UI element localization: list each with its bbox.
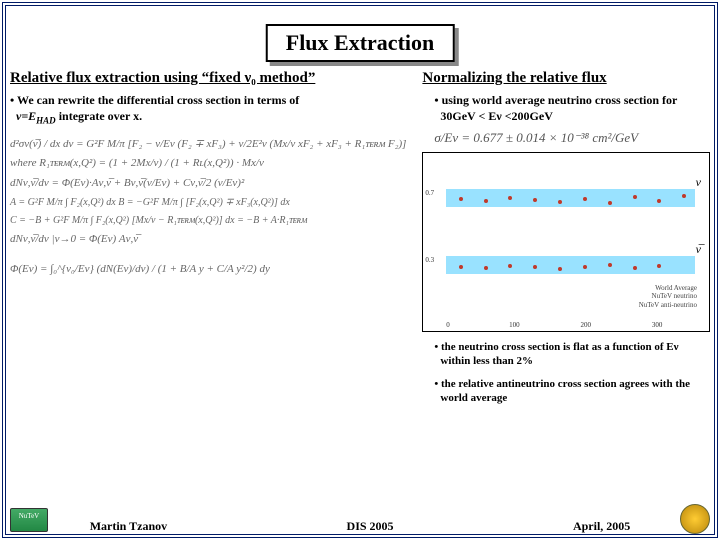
bullet-text-c: integrate over x.: [56, 109, 142, 123]
legend-2: NuTeV neutrino: [639, 292, 697, 300]
eq-3: dNν,ν̅/dν = Φ(Eν)·Aν,ν̅ + Bν,ν̅(ν/Eν) + …: [10, 174, 406, 194]
data-point: [633, 266, 637, 270]
nubar-points: [446, 256, 695, 274]
data-point: [508, 264, 512, 268]
slide-title: Flux Extraction: [266, 24, 455, 62]
nu-equals: ν=E: [16, 109, 36, 123]
eq-1: d²σν(ν̅) / dx dν = G²F M/π [F₂ − ν/Eν (F…: [10, 135, 406, 155]
legend-3: NuTeV anti-neutrino: [639, 301, 697, 309]
footer: Martin Tzanov DIS 2005 April, 2005: [0, 519, 720, 534]
data-point: [608, 263, 612, 267]
right-bullet-text: • using world average neutrino cross sec…: [434, 93, 677, 107]
nu-points: [446, 189, 695, 207]
right-column: Normalizing the relative flux • using wo…: [414, 70, 710, 510]
content-area: Relative flux extraction using “fixed ν₀…: [10, 70, 710, 510]
equations-block: d²σν(ν̅) / dx dν = G²F M/π [F₂ − ν/Eν (F…: [10, 131, 406, 284]
data-point: [682, 194, 686, 198]
data-point: [583, 265, 587, 269]
x-tick: 200: [580, 321, 591, 329]
data-point: [558, 200, 562, 204]
nu-label: ν: [696, 175, 701, 190]
venue: DIS 2005: [347, 519, 394, 534]
right-bullet-1: • using world average neutrino cross sec…: [422, 93, 710, 124]
note-1: • the neutrino cross section is flat as …: [422, 340, 710, 369]
data-point: [608, 201, 612, 205]
bullet-text-a: • We can rewrite the differential cross …: [10, 93, 299, 107]
y-tick: 0.3: [425, 256, 434, 264]
data-point: [533, 198, 537, 202]
cross-section-chart: ν ν̅: [422, 152, 710, 332]
data-point: [459, 265, 463, 269]
date: April, 2005: [573, 519, 630, 534]
left-column: Relative flux extraction using “fixed ν₀…: [10, 70, 414, 510]
data-point: [508, 196, 512, 200]
author-name: Martin Tzanov: [90, 519, 167, 534]
data-point: [657, 264, 661, 268]
had-sub: HAD: [36, 115, 56, 125]
data-point: [657, 199, 661, 203]
eq-4: A = G²F M/π ∫ F₂(x,Q²) dx B = −G²F M/π ∫…: [10, 194, 406, 212]
note-2: • the relative antineutrino cross sectio…: [422, 377, 710, 406]
seal-logo: [680, 504, 710, 534]
data-point: [533, 265, 537, 269]
x-tick: 100: [509, 321, 520, 329]
eq-7: Φ(Eν) = ∫₀^{ν₀/Eν} (dN(Eν)/dν) / (1 + B/…: [10, 260, 406, 280]
chart-legend: World Average NuTeV neutrino NuTeV anti-…: [639, 284, 697, 309]
data-point: [633, 195, 637, 199]
left-heading: Relative flux extraction using “fixed ν₀…: [10, 70, 406, 87]
left-bullet-1: • We can rewrite the differential cross …: [10, 93, 406, 127]
data-point: [583, 197, 587, 201]
x-tick: 300: [652, 321, 663, 329]
x-tick: 0: [446, 321, 450, 329]
y-tick: 0.7: [425, 189, 434, 197]
nubar-label: ν̅: [696, 242, 701, 257]
data-point: [484, 266, 488, 270]
data-point: [459, 197, 463, 201]
right-heading: Normalizing the relative flux: [422, 70, 710, 87]
data-point: [484, 199, 488, 203]
eq-5: C = −B + G²F M/π ∫ F₂(x,Q²) [Mx/ν − R₁ᴛᴇ…: [10, 212, 406, 230]
sigma-equation: σ/Eν = 0.677 ± 0.014 × 10⁻³⁸ cm²/GeV: [434, 130, 710, 146]
eq-6: dNν,ν̅/dν |ν→0 = Φ(Eν) Aν,ν̅: [10, 230, 406, 250]
eq-2: where R₁ᴛᴇʀᴍ(x,Q²) = (1 + 2Mx/ν) / (1 + …: [10, 154, 406, 174]
legend-1: World Average: [639, 284, 697, 292]
data-point: [558, 267, 562, 271]
energy-range: 30GeV < Eν <200GeV: [440, 109, 552, 123]
